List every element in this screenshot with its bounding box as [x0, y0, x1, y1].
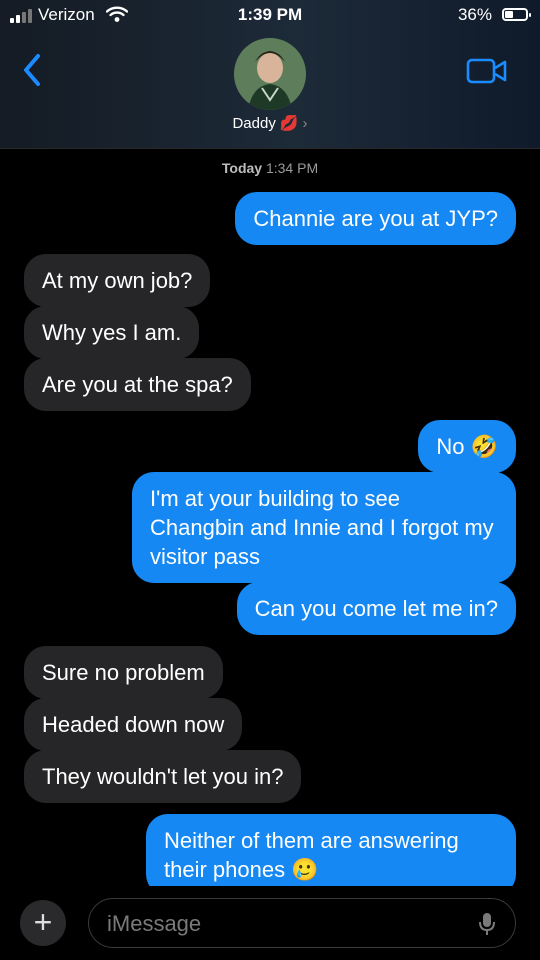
message-bubble-received[interactable]: Headed down now: [24, 698, 243, 751]
add-attachment-button[interactable]: +: [20, 900, 66, 946]
battery-icon: [502, 8, 531, 21]
message-bubble-received[interactable]: They wouldn't let you in?: [24, 750, 302, 803]
chevron-left-icon: [24, 54, 40, 86]
battery-percentage: 36%: [457, 5, 492, 24]
message-bubble-sent[interactable]: No 🤣: [418, 420, 516, 473]
contact-avatar[interactable]: [234, 38, 306, 110]
message-input-placeholder: iMessage: [107, 911, 202, 936]
message-bubble-received[interactable]: Sure no problem: [24, 646, 223, 699]
message-bubble-sent[interactable]: Neither of them are answering their phon…: [146, 814, 516, 896]
contact-name-button[interactable]: Daddy 💋 ›: [0, 114, 540, 132]
back-button[interactable]: [16, 50, 52, 90]
facetime-video-button[interactable]: [466, 56, 508, 91]
message-bubble-received[interactable]: Are you at the spa?: [24, 358, 251, 411]
message-composer: + iMessage: [0, 886, 540, 960]
message-bubble-sent[interactable]: Channie are you at JYP?: [235, 192, 516, 245]
chevron-right-icon: ›: [302, 115, 308, 132]
conversation-timestamp: Today 1:34 PM: [0, 160, 540, 176]
conversation-header: Verizon 1:39 PM 36% Daddy 💋 ›: [0, 0, 540, 149]
message-bubble-received[interactable]: Why yes I am.: [24, 306, 200, 359]
message-input[interactable]: iMessage: [88, 898, 516, 948]
message-bubble-sent[interactable]: Can you come let me in?: [236, 582, 516, 635]
timestamp-time: 1:34 PM: [265, 160, 319, 176]
microphone-icon[interactable]: [477, 911, 497, 942]
timestamp-day: Today: [221, 160, 263, 176]
video-camera-icon: [466, 58, 507, 84]
message-bubble-received[interactable]: At my own job?: [24, 254, 211, 307]
contact-name: Daddy: [232, 115, 276, 132]
status-bar: Verizon 1:39 PM 36%: [0, 0, 540, 32]
message-bubble-sent[interactable]: I'm at your building to see Changbin and…: [132, 472, 516, 583]
lips-emoji: 💋: [279, 115, 299, 132]
